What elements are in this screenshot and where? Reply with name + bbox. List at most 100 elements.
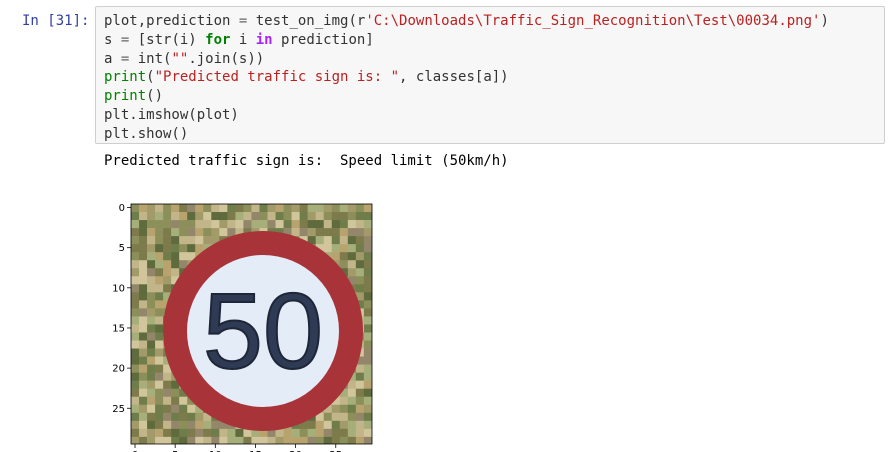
image-pixel xyxy=(363,412,372,422)
image-pixel xyxy=(163,244,172,253)
image-pixel xyxy=(251,212,260,221)
image-pixel xyxy=(187,228,196,237)
image-pixel xyxy=(139,260,148,269)
traffic-sign-image: 50 xyxy=(163,231,363,431)
image-pixel xyxy=(323,220,333,229)
cell-output-text: Predicted traffic sign is: Speed limit (… xyxy=(104,153,509,169)
image-pixel xyxy=(139,228,148,237)
image-pixel xyxy=(171,212,180,221)
image-pixel xyxy=(171,244,180,253)
image-pixel xyxy=(339,244,349,253)
image-pixel xyxy=(131,308,140,317)
image-pixel xyxy=(227,428,236,438)
image-pixel xyxy=(155,428,164,438)
image-pixel xyxy=(235,220,244,229)
image-pixel xyxy=(363,364,372,373)
image-pixel xyxy=(363,372,372,381)
image-pixel xyxy=(179,428,188,438)
image-pixel xyxy=(219,204,228,213)
image-pixel xyxy=(163,268,172,277)
image-pixel xyxy=(363,300,372,309)
image-pixel xyxy=(155,324,164,333)
image-pixel xyxy=(227,204,236,213)
image-pixel xyxy=(147,204,156,213)
image-pixel xyxy=(307,428,316,438)
image-pixel xyxy=(211,204,220,213)
code-text[interactable]: plot,prediction = test_on_img(r'C:\Downl… xyxy=(104,12,829,144)
image-pixel xyxy=(187,412,196,422)
image-pixel xyxy=(163,388,172,398)
image-pixel xyxy=(347,212,357,221)
image-pixel xyxy=(347,268,357,277)
image-pixel xyxy=(139,252,148,261)
image-pixel xyxy=(347,236,357,245)
image-pixel xyxy=(347,220,357,229)
image-pixel xyxy=(147,420,156,430)
image-pixel xyxy=(131,324,140,333)
image-pixel xyxy=(171,396,180,406)
image-pixel xyxy=(171,428,180,438)
y-tick-label: 15 xyxy=(112,323,125,334)
image-pixel xyxy=(299,204,308,213)
image-pixel xyxy=(139,276,148,285)
image-pixel xyxy=(171,228,180,237)
image-pixel xyxy=(131,364,140,373)
image-pixel xyxy=(139,292,148,301)
image-pixel xyxy=(203,228,212,237)
image-pixel xyxy=(299,212,308,221)
image-pixel xyxy=(331,252,341,261)
image-pixel xyxy=(131,292,140,301)
image-pixel xyxy=(147,308,156,317)
image-pixel xyxy=(291,212,300,221)
image-pixel xyxy=(307,228,316,237)
imshow-plot: 50 0510152025 0510152025 xyxy=(112,203,373,452)
image-pixel xyxy=(147,396,156,406)
image-pixel xyxy=(163,404,172,414)
image-pixel xyxy=(347,396,357,406)
image-pixel xyxy=(347,412,357,422)
x-axis-ticks: 0510152025 xyxy=(132,444,342,452)
image-pixel xyxy=(323,244,333,253)
image-pixel xyxy=(347,260,357,269)
image-pixel xyxy=(171,220,180,229)
image-pixel xyxy=(187,220,196,229)
image-pixel xyxy=(139,300,148,309)
image-pixel xyxy=(331,404,341,414)
image-pixel xyxy=(163,284,172,293)
image-pixel xyxy=(139,380,148,389)
image-pixel xyxy=(355,252,365,261)
image-pixel xyxy=(131,204,140,213)
image-pixel xyxy=(147,332,156,341)
image-pixel xyxy=(355,276,365,285)
image-pixel xyxy=(131,348,140,357)
image-pixel xyxy=(147,228,156,237)
image-pixel xyxy=(339,412,349,422)
image-pixel xyxy=(131,244,140,253)
image-pixel xyxy=(163,420,172,430)
image-pixel xyxy=(339,428,349,438)
code-editor[interactable]: plot,prediction = test_on_img(r'C:\Downl… xyxy=(95,6,885,144)
image-pixel xyxy=(299,220,308,229)
image-pixel xyxy=(155,380,164,389)
image-pixel xyxy=(347,228,357,237)
image-pixel xyxy=(203,420,212,430)
image-pixel xyxy=(139,404,148,414)
image-pixel xyxy=(139,340,148,349)
image-pixel xyxy=(323,412,333,422)
image-pixel xyxy=(259,212,268,221)
image-pixel xyxy=(251,220,260,229)
image-pixel xyxy=(195,220,204,229)
image-pixel xyxy=(131,260,140,269)
image-pixel xyxy=(171,204,180,213)
image-pixel xyxy=(179,252,188,261)
image-pixel xyxy=(131,236,140,245)
image-pixel xyxy=(131,428,140,438)
image-pixel xyxy=(139,372,148,381)
image-pixel xyxy=(147,236,156,245)
image-pixel xyxy=(195,412,204,422)
image-pixel xyxy=(315,428,325,438)
image-pixel xyxy=(155,412,164,422)
image-pixel xyxy=(147,340,156,349)
image-pixel xyxy=(251,204,260,213)
image-pixel xyxy=(163,220,172,229)
